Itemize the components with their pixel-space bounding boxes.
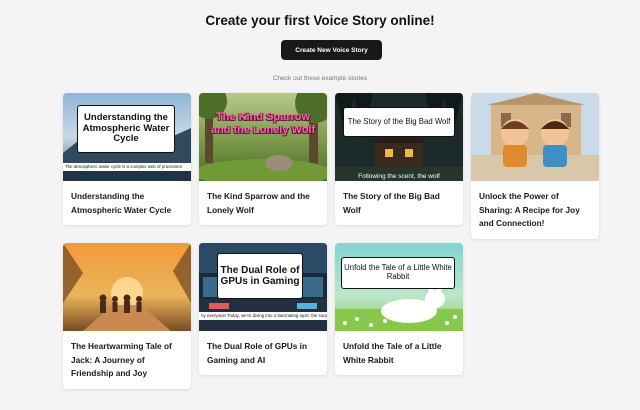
story-card-title: The Heartwarming Tale of Jack: A Journey… [71, 341, 172, 378]
page-title: Create your first Voice Story online! [205, 13, 435, 28]
story-card-title: The Kind Sparrow and the Lonely Wolf [207, 191, 310, 215]
story-thumbnail [63, 243, 191, 331]
story-thumbnail: Unfold the Tale of a Little White Rabbit [335, 243, 463, 331]
story-card-water-cycle[interactable]: Understanding the Atmospheric Water Cycl… [63, 93, 191, 225]
create-new-voice-story-button[interactable]: Create New Voice Story [281, 40, 382, 60]
story-card-title: The Dual Role of GPUs in Gaming and AI [207, 341, 308, 365]
story-thumbnail: Understanding the Atmospheric Water Cycl… [63, 93, 191, 181]
thumbnail-overlay-title: The Story of the Big Bad Wolf [343, 107, 455, 137]
thumbnail-caption: The atmospheric water cycle is a complex… [63, 163, 191, 171]
story-card-title: Understanding the Atmospheric Water Cycl… [71, 191, 172, 215]
story-card-tale-of-jack[interactable]: The Heartwarming Tale of Jack: A Journey… [63, 243, 191, 389]
story-card-white-rabbit[interactable]: Unfold the Tale of a Little White Rabbit… [335, 243, 463, 375]
thumbnail-caption: Following the scent, the wolf [358, 173, 440, 180]
story-card-kind-sparrow[interactable]: The Kind Sparrow and the Lonely Wolf The… [199, 93, 327, 225]
story-card-power-of-sharing[interactable]: Unlock the Power of Sharing: A Recipe fo… [471, 93, 599, 239]
thumbnail-overlay-title: The Kind Sparrow and the Lonely Wolf [210, 111, 316, 137]
thumbnail-overlay-title: Unfold the Tale of a Little White Rabbit [341, 257, 455, 289]
story-thumbnail: The Kind Sparrow and the Lonely Wolf [199, 93, 327, 181]
story-thumbnail: The Dual Role of GPUs in Gaming ny every… [199, 243, 327, 331]
story-card-title: Unfold the Tale of a Little White Rabbit [343, 341, 442, 365]
thumbnail-caption: ny everyone! Today, we're diving into a … [199, 312, 327, 320]
story-card-dual-role-gpus[interactable]: The Dual Role of GPUs in Gaming ny every… [199, 243, 327, 375]
thumbnail-overlay-title: Understanding the Atmospheric Water Cycl… [77, 105, 175, 153]
story-card-title: The Story of the Big Bad Wolf [343, 191, 440, 215]
thumbnail-overlay-title: The Dual Role of GPUs in Gaming [217, 253, 303, 299]
examples-subtitle: Check out these example stories [272, 75, 368, 82]
story-thumbnail [471, 93, 599, 181]
story-card-title: Unlock the Power of Sharing: A Recipe fo… [479, 191, 580, 228]
story-card-big-bad-wolf[interactable]: The Story of the Big Bad Wolf Following … [335, 93, 463, 225]
story-thumbnail: The Story of the Big Bad Wolf Following … [335, 93, 463, 181]
